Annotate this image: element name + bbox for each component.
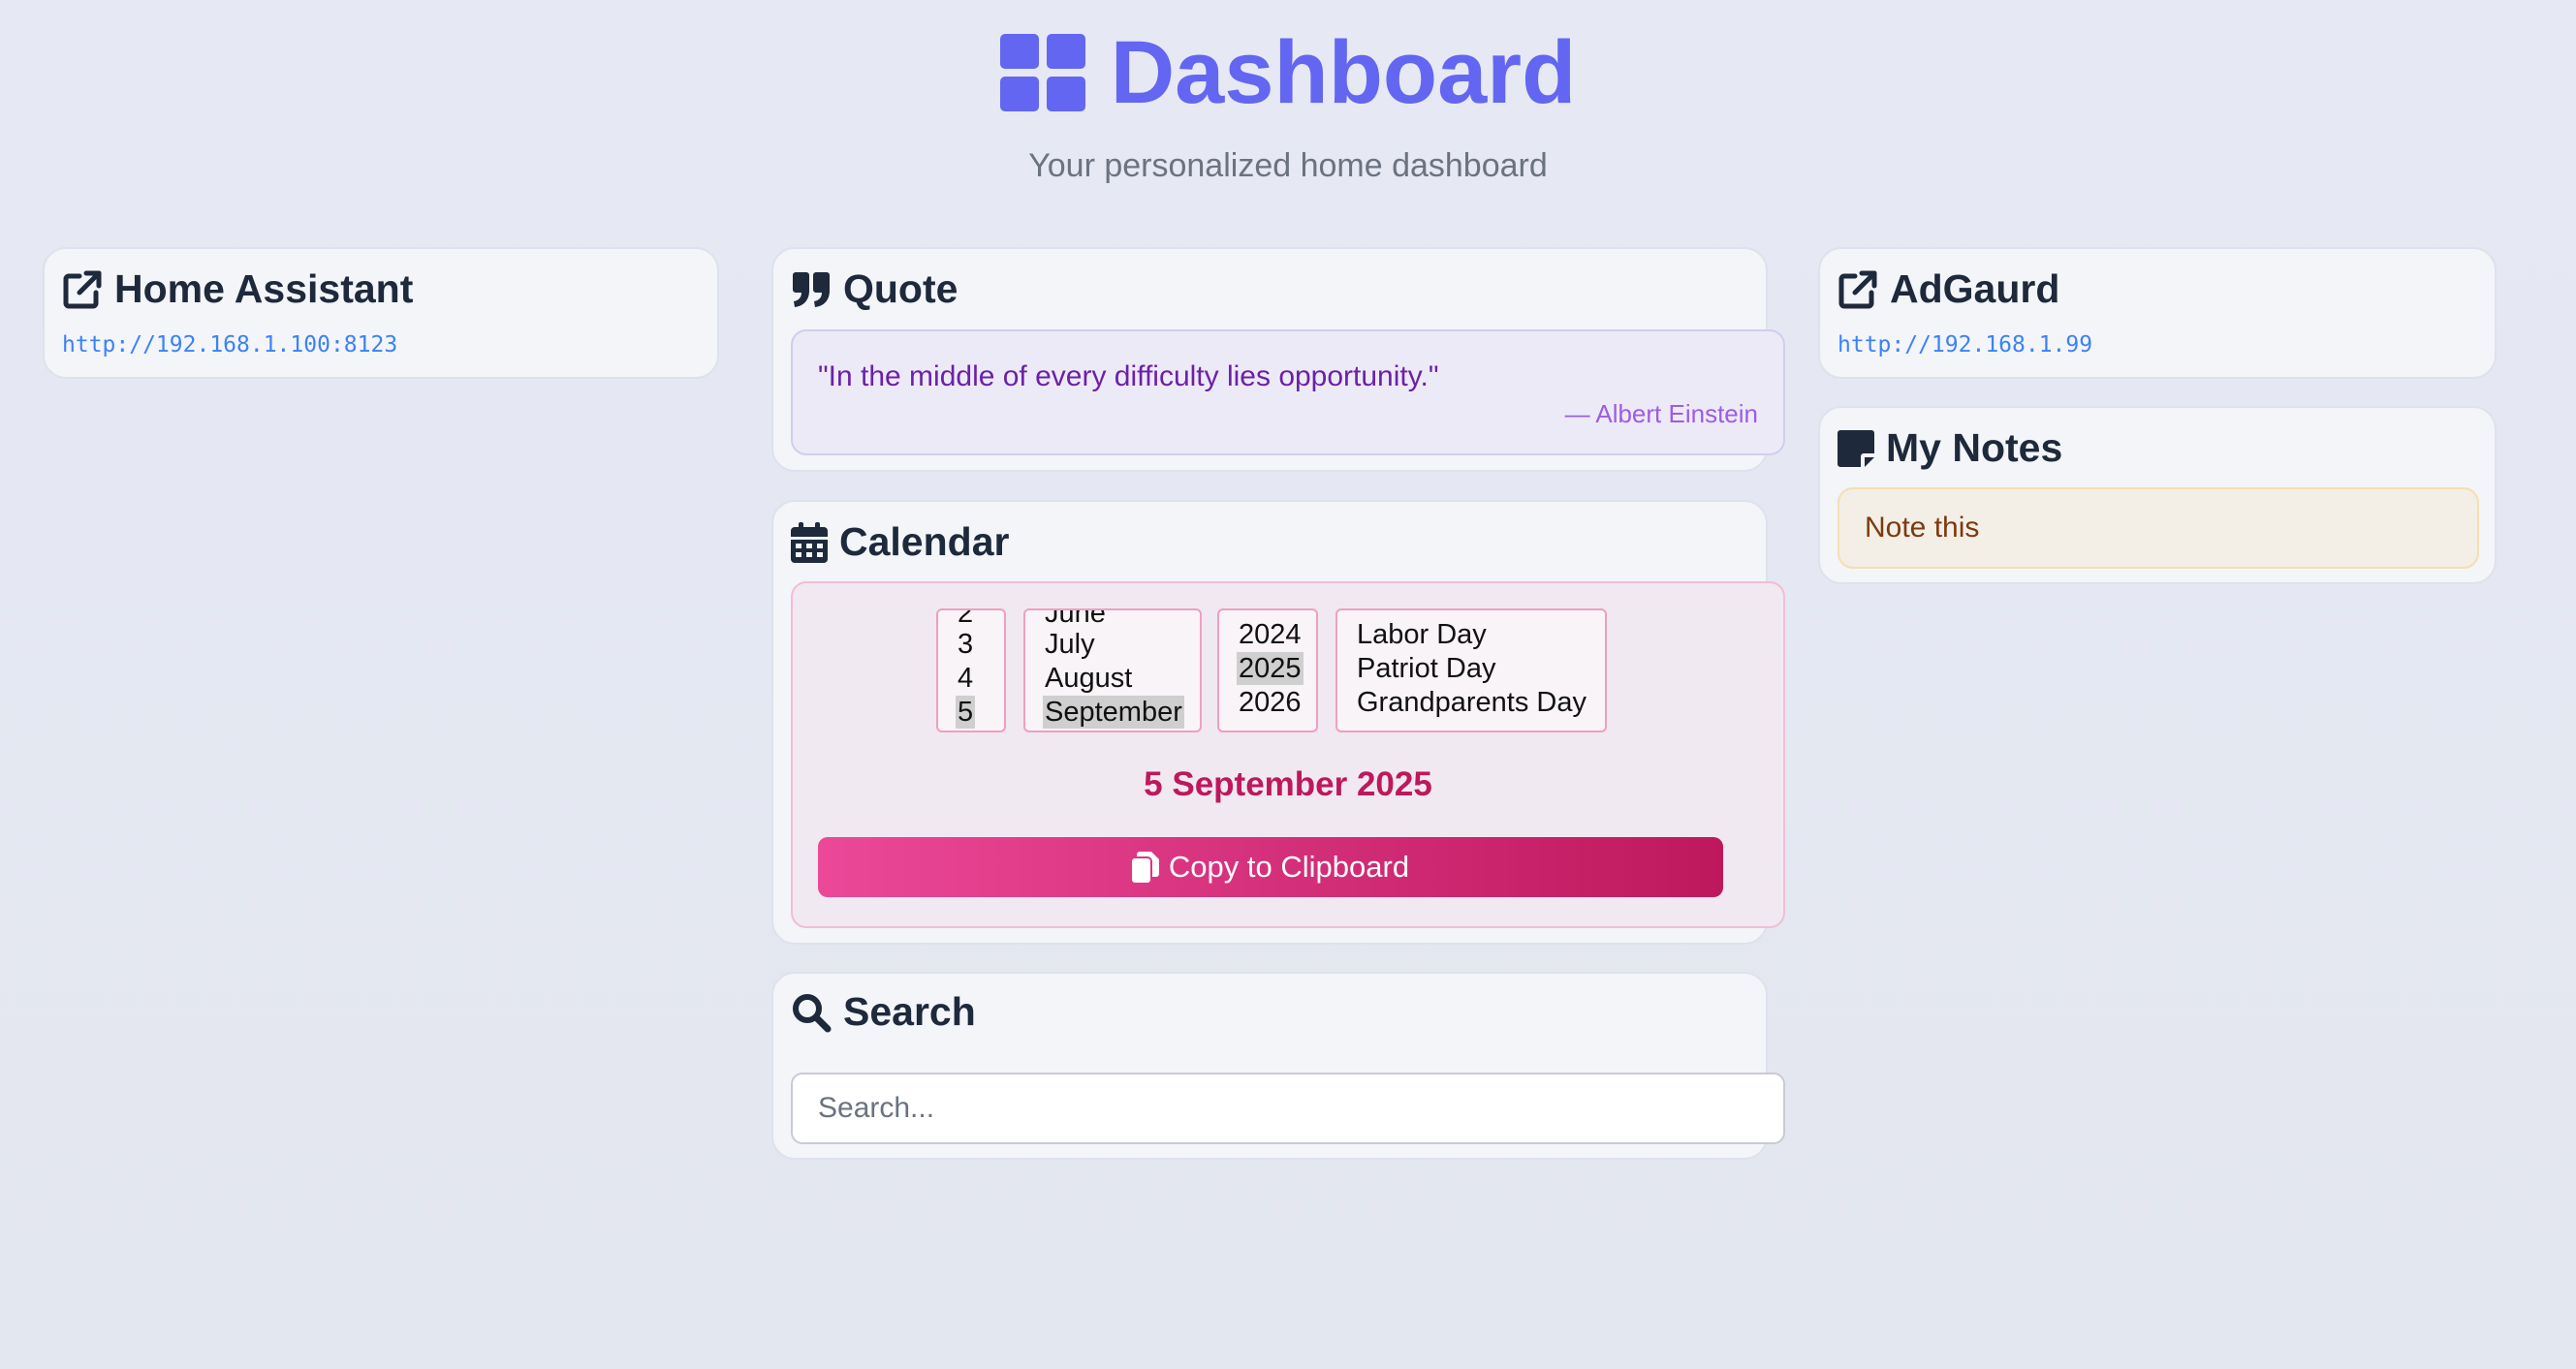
holiday-list[interactable]: Labor Day Patriot Day Grandparents Day (1335, 608, 1607, 732)
search-label: Search (843, 989, 976, 1034)
note-content[interactable]: Note this (1838, 487, 2479, 569)
month-option[interactable]: August (1043, 662, 1134, 695)
adguard-label: AdGaurd (1890, 266, 2060, 311)
calendar-label: Calendar (839, 519, 1010, 564)
day-option[interactable]: 4 (956, 662, 975, 695)
home-assistant-label: Home Assistant (114, 266, 414, 311)
month-option[interactable]: June (1043, 610, 1108, 630)
year-option[interactable]: 2026 (1237, 686, 1304, 719)
year-option-selected[interactable]: 2025 (1237, 652, 1304, 685)
day-option-selected[interactable]: 5 (956, 696, 976, 729)
notes-label: My Notes (1886, 425, 2063, 470)
search-icon (793, 993, 832, 1032)
page-title: Dashboard (1110, 23, 1577, 122)
quote-label: Quote (843, 266, 958, 311)
notes-card: My Notes Note this (1818, 406, 2497, 584)
quote-text: "In the middle of every difficulty lies … (818, 360, 1439, 392)
search-card: Search (771, 972, 1785, 1160)
quote-box: "In the middle of every difficulty lies … (791, 329, 1785, 455)
quote-card: Quote "In the middle of every difficulty… (771, 247, 1785, 472)
holiday-option[interactable]: Labor Day (1355, 618, 1489, 651)
search-input[interactable] (791, 1073, 1785, 1144)
holiday-option[interactable]: Grandparents Day (1355, 686, 1588, 719)
quote-author: — Albert Einstein (1564, 399, 1758, 428)
notes-title: My Notes (1838, 425, 2062, 471)
sticky-note-icon (1838, 429, 1874, 467)
adguard-card: AdGaurd http://192.168.1.99 (1818, 247, 2497, 379)
copy-button-label: Copy to Clipboard (1168, 850, 1410, 884)
month-option-selected[interactable]: September (1043, 696, 1184, 729)
adguard-title: AdGaurd (1838, 266, 2059, 312)
adguard-link[interactable]: http://192.168.1.99 (1838, 332, 2092, 358)
day-option[interactable]: 2 (956, 610, 975, 630)
calendar-icon (791, 521, 828, 563)
search-title: Search (791, 989, 976, 1035)
external-link-icon (1838, 270, 1877, 308)
title-row: Dashboard (999, 19, 1577, 126)
page-subtitle: Your personalized home dashboard (1028, 147, 1548, 184)
copy-to-clipboard-button[interactable]: Copy to Clipboard (818, 837, 1723, 897)
home-assistant-card: Home Assistant http://192.168.1.100:8123 (43, 247, 719, 379)
day-picker[interactable]: 2 3 4 5 (936, 608, 1006, 732)
home-assistant-link[interactable]: http://192.168.1.100:8123 (62, 332, 397, 358)
copy-icon (1131, 852, 1159, 883)
month-option[interactable]: July (1043, 628, 1097, 661)
grid-icon (999, 34, 1085, 111)
page-header: Dashboard Your personalized home dashboa… (0, 19, 2576, 185)
selected-date: 5 September 2025 (1144, 765, 1432, 803)
quote-icon (793, 271, 830, 307)
quote-title: Quote (791, 266, 958, 312)
calendar-box: 2 3 4 5 June July August September 2024 … (791, 581, 1785, 928)
year-picker[interactable]: 2024 2025 2026 (1217, 608, 1318, 732)
calendar-card: Calendar 2 3 4 5 June July August Septem… (771, 500, 1785, 945)
day-option[interactable]: 3 (956, 628, 975, 661)
home-assistant-title: Home Assistant (62, 266, 413, 312)
year-option[interactable]: 2024 (1237, 618, 1304, 651)
calendar-title: Calendar (791, 519, 1009, 565)
month-picker[interactable]: June July August September (1023, 608, 1202, 732)
external-link-icon (63, 270, 102, 308)
holiday-option[interactable]: Patriot Day (1355, 652, 1497, 685)
